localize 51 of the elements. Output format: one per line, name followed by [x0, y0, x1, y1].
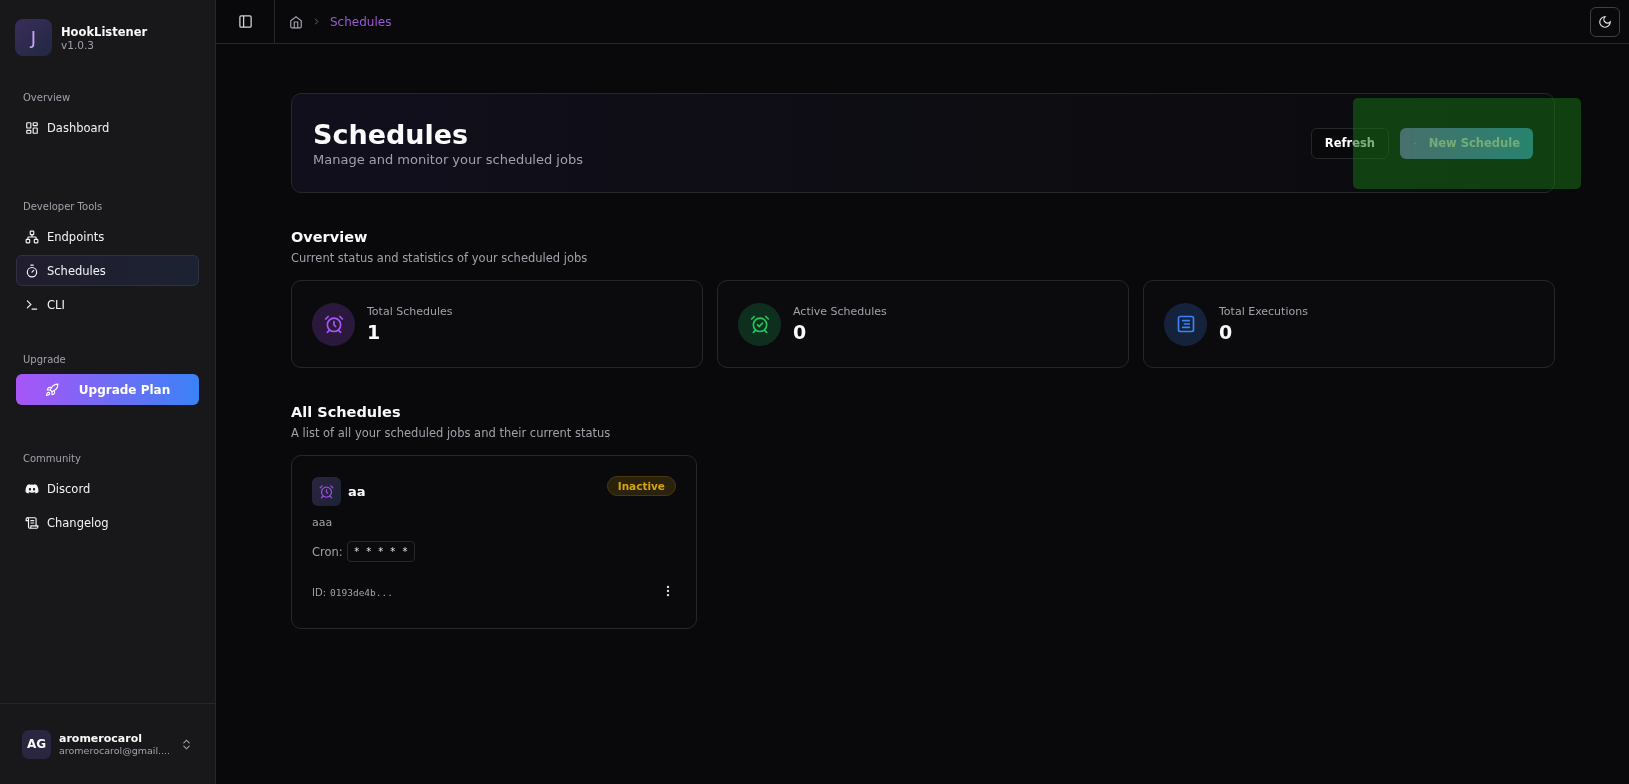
section-description: Current status and statistics of your scheduled jobs: [291, 251, 589, 265]
upgrade-button[interactable]: Upgrade Plan: [16, 374, 199, 405]
chevrons-icon: [180, 737, 193, 751]
user-email: aromerocarol@gmail....: [59, 745, 172, 756]
nav-item[interactable]: Discord: [16, 473, 199, 504]
stat-value: 1: [367, 321, 382, 343]
rocket-icon: [44, 382, 59, 397]
chat-icon: [25, 481, 39, 496]
section-title: Developer Tools: [22, 201, 104, 214]
section-title: Community: [22, 453, 82, 466]
stat-label: Total Schedules: [367, 305, 453, 318]
section-title: Upgrade: [22, 354, 67, 367]
breadcrumb-current[interactable]: Schedules: [330, 14, 392, 29]
stat-value: 0: [793, 321, 808, 343]
theme-toggle-button[interactable]: [1590, 6, 1620, 37]
timer-icon: [25, 263, 39, 278]
section-title: Overview: [22, 92, 72, 105]
schedule-description: aaa: [312, 516, 334, 529]
user-menu[interactable]: AG aromerocarol aromerocarol@gmail....: [0, 703, 215, 784]
page-title: Schedules: [313, 119, 470, 150]
schedule-name: aa: [348, 484, 367, 499]
stat-value: 0: [1219, 321, 1234, 343]
status-badge: Inactive: [606, 475, 676, 496]
scroll-icon: [25, 515, 39, 530]
refresh-button[interactable]: Refresh: [1310, 127, 1389, 159]
id-label: ID:: [312, 586, 327, 598]
stat-label: Active Schedules: [793, 305, 887, 318]
app-name: HookListener: [61, 24, 148, 39]
nav-item[interactable]: Endpoints: [16, 221, 199, 252]
section-heading: Overview: [291, 229, 369, 245]
network-icon: [25, 229, 39, 244]
nav-item[interactable]: CLI: [16, 289, 199, 320]
app-logo: J: [15, 19, 52, 56]
user-avatar: AG: [22, 729, 51, 759]
page-subtitle: Manage and monitor your scheduled jobs: [313, 152, 583, 167]
moon-icon: [1598, 14, 1612, 29]
section-heading: All Schedules: [291, 404, 402, 420]
home-icon[interactable]: [289, 14, 303, 29]
cron-expression: * * * * *: [346, 541, 415, 562]
dashboard-icon: [25, 120, 39, 135]
stat-label: Total Executions: [1219, 305, 1308, 318]
terminal-icon: [25, 297, 39, 312]
cron-label: Cron:: [312, 544, 343, 559]
alarm-icon: [312, 477, 341, 506]
schedule-id: 0193de4b...: [330, 586, 394, 598]
nav-item[interactable]: Schedules: [16, 255, 199, 286]
app-version: v1.0.3: [61, 38, 95, 51]
nav-item[interactable]: Dashboard: [16, 112, 199, 143]
user-name: aromerocarol: [59, 732, 143, 745]
nav-item[interactable]: Changelog: [16, 507, 199, 538]
section-description: A list of all your scheduled jobs and their current status: [291, 426, 612, 440]
